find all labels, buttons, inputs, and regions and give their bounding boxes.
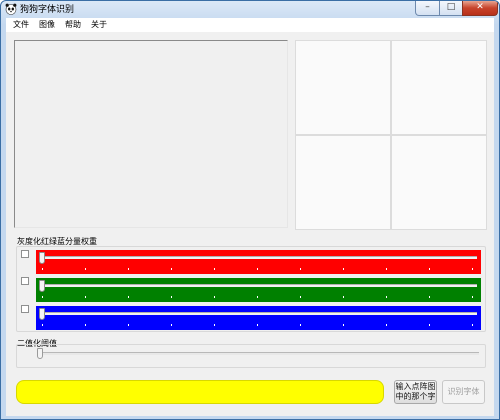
character-input[interactable]	[16, 380, 384, 404]
title-bar[interactable]: 狗狗字体识别 – □ ✕	[1, 1, 499, 18]
close-button[interactable]: ✕	[462, 1, 498, 16]
app-window: 狗狗字体识别 – □ ✕ 文件 图像 帮助 关于 灰度化红绿蓝分量权重 二值化阈…	[0, 0, 500, 420]
minimize-icon: –	[425, 2, 430, 12]
slider-tick	[42, 324, 43, 326]
slider-tick	[429, 296, 430, 298]
menu-image[interactable]: 图像	[39, 19, 55, 30]
slider-tick	[85, 324, 86, 326]
slider-tick	[171, 324, 172, 326]
slider-tick	[171, 296, 172, 298]
slider-tick	[42, 296, 43, 298]
slider-thumb[interactable]	[39, 308, 45, 320]
slider-tick	[429, 324, 430, 326]
close-icon: ✕	[476, 2, 484, 12]
slider-tick	[85, 296, 86, 298]
slider-tick	[343, 324, 344, 326]
threshold-slider-track	[39, 352, 479, 355]
slider-tick	[429, 268, 430, 270]
minimize-button[interactable]: –	[415, 1, 440, 16]
slider-tick	[214, 296, 215, 298]
threshold-slider-thumb[interactable]	[37, 348, 43, 359]
green-checkbox[interactable]	[21, 277, 29, 285]
maximize-icon: □	[446, 2, 456, 12]
slider-track	[40, 256, 477, 259]
slider-tick	[171, 268, 172, 270]
slider-tick	[343, 268, 344, 270]
client-area: 文件 图像 帮助 关于 灰度化红绿蓝分量权重 二值化阈值 输入点阵图 中的那个字…	[6, 18, 494, 416]
preview-cell-top-left	[295, 40, 391, 135]
slider-tick	[214, 324, 215, 326]
menu-bar: 文件 图像 帮助 关于	[6, 18, 494, 32]
threshold-group	[16, 344, 486, 368]
preview-cell-bottom-left	[295, 135, 391, 230]
slider-tick	[386, 268, 387, 270]
blue-checkbox[interactable]	[21, 305, 29, 313]
slider-tick	[128, 296, 129, 298]
slider-tick	[128, 268, 129, 270]
red-weight-slider[interactable]	[36, 250, 481, 274]
input-character-label-line1: 输入点阵图	[395, 382, 436, 391]
input-character-label-line2: 中的那个字	[395, 392, 436, 401]
slider-tick	[300, 324, 301, 326]
preview-cell-top-right	[391, 40, 487, 135]
menu-about[interactable]: 关于	[91, 19, 107, 30]
input-character-button[interactable]: 输入点阵图 中的那个字	[394, 380, 437, 404]
slider-tick	[343, 296, 344, 298]
slider-track	[40, 284, 477, 287]
slider-tick	[85, 268, 86, 270]
slider-thumb[interactable]	[39, 280, 45, 292]
slider-tick	[128, 324, 129, 326]
slider-tick	[214, 268, 215, 270]
slider-tick	[472, 296, 473, 298]
blue-weight-slider[interactable]	[36, 306, 481, 330]
panda-icon	[5, 3, 17, 15]
slider-tick	[472, 268, 473, 270]
window-title: 狗狗字体识别	[20, 5, 75, 15]
slider-tick	[300, 296, 301, 298]
green-weight-slider[interactable]	[36, 278, 481, 302]
slider-tick	[300, 268, 301, 270]
maximize-button[interactable]: □	[439, 1, 463, 16]
slider-tick	[386, 324, 387, 326]
recognize-font-button[interactable]: 识别字体	[442, 380, 485, 404]
slider-tick	[472, 324, 473, 326]
slider-tick	[257, 268, 258, 270]
slider-track	[40, 312, 477, 315]
slider-tick	[257, 296, 258, 298]
red-checkbox[interactable]	[21, 250, 29, 258]
image-display-panel[interactable]	[14, 40, 288, 228]
slider-tick	[386, 296, 387, 298]
slider-thumb[interactable]	[39, 252, 45, 264]
menu-file[interactable]: 文件	[13, 19, 29, 30]
slider-tick	[42, 268, 43, 270]
menu-help[interactable]: 帮助	[65, 19, 81, 30]
preview-cell-bottom-right	[391, 135, 487, 230]
slider-tick	[257, 324, 258, 326]
